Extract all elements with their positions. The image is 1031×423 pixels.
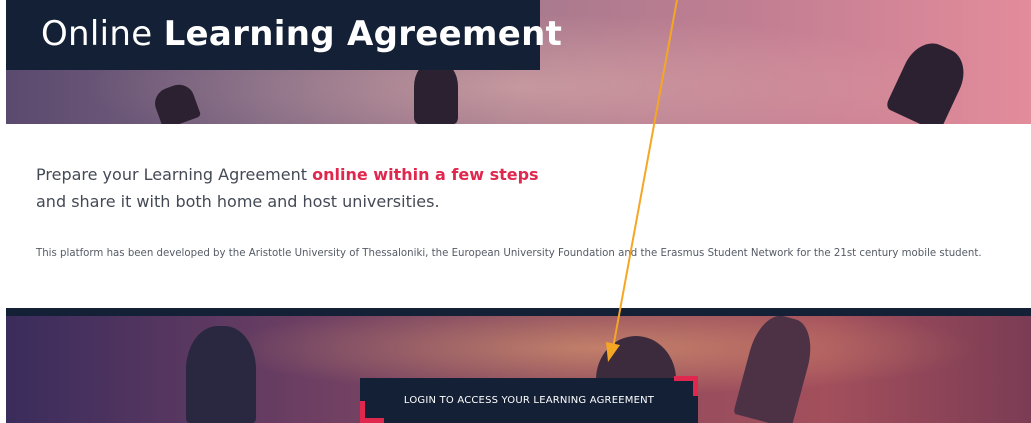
login-button-corner-accent: [674, 376, 698, 396]
page-title-light: Online: [41, 14, 153, 54]
intro-headline-text: Prepare your Learning Agreement: [36, 165, 308, 184]
section-divider: [6, 308, 1031, 316]
intro-panel: Prepare your Learning Agreement online w…: [6, 124, 1031, 308]
intro-subline: and share it with both home and host uni…: [36, 192, 440, 211]
page-title-bold: Learning Agreement: [163, 14, 563, 54]
login-button[interactable]: LOGIN TO ACCESS YOUR LEARNING AGREEMENT: [360, 378, 698, 423]
login-button-corner-accent: [360, 401, 384, 423]
intro-headline: Prepare your Learning Agreement online w…: [36, 164, 539, 186]
raised-hand-silhouette: [414, 62, 458, 124]
intro-headline-highlight: online within a few steps: [312, 165, 539, 184]
platform-note: This platform has been developed by the …: [36, 248, 982, 259]
page-title: Online Learning Agreement: [41, 12, 562, 56]
person-silhouette: [186, 326, 256, 423]
title-banner: Online Learning Agreement: [6, 0, 562, 70]
page: Online Learning Agreement Prepare your L…: [0, 0, 1031, 423]
